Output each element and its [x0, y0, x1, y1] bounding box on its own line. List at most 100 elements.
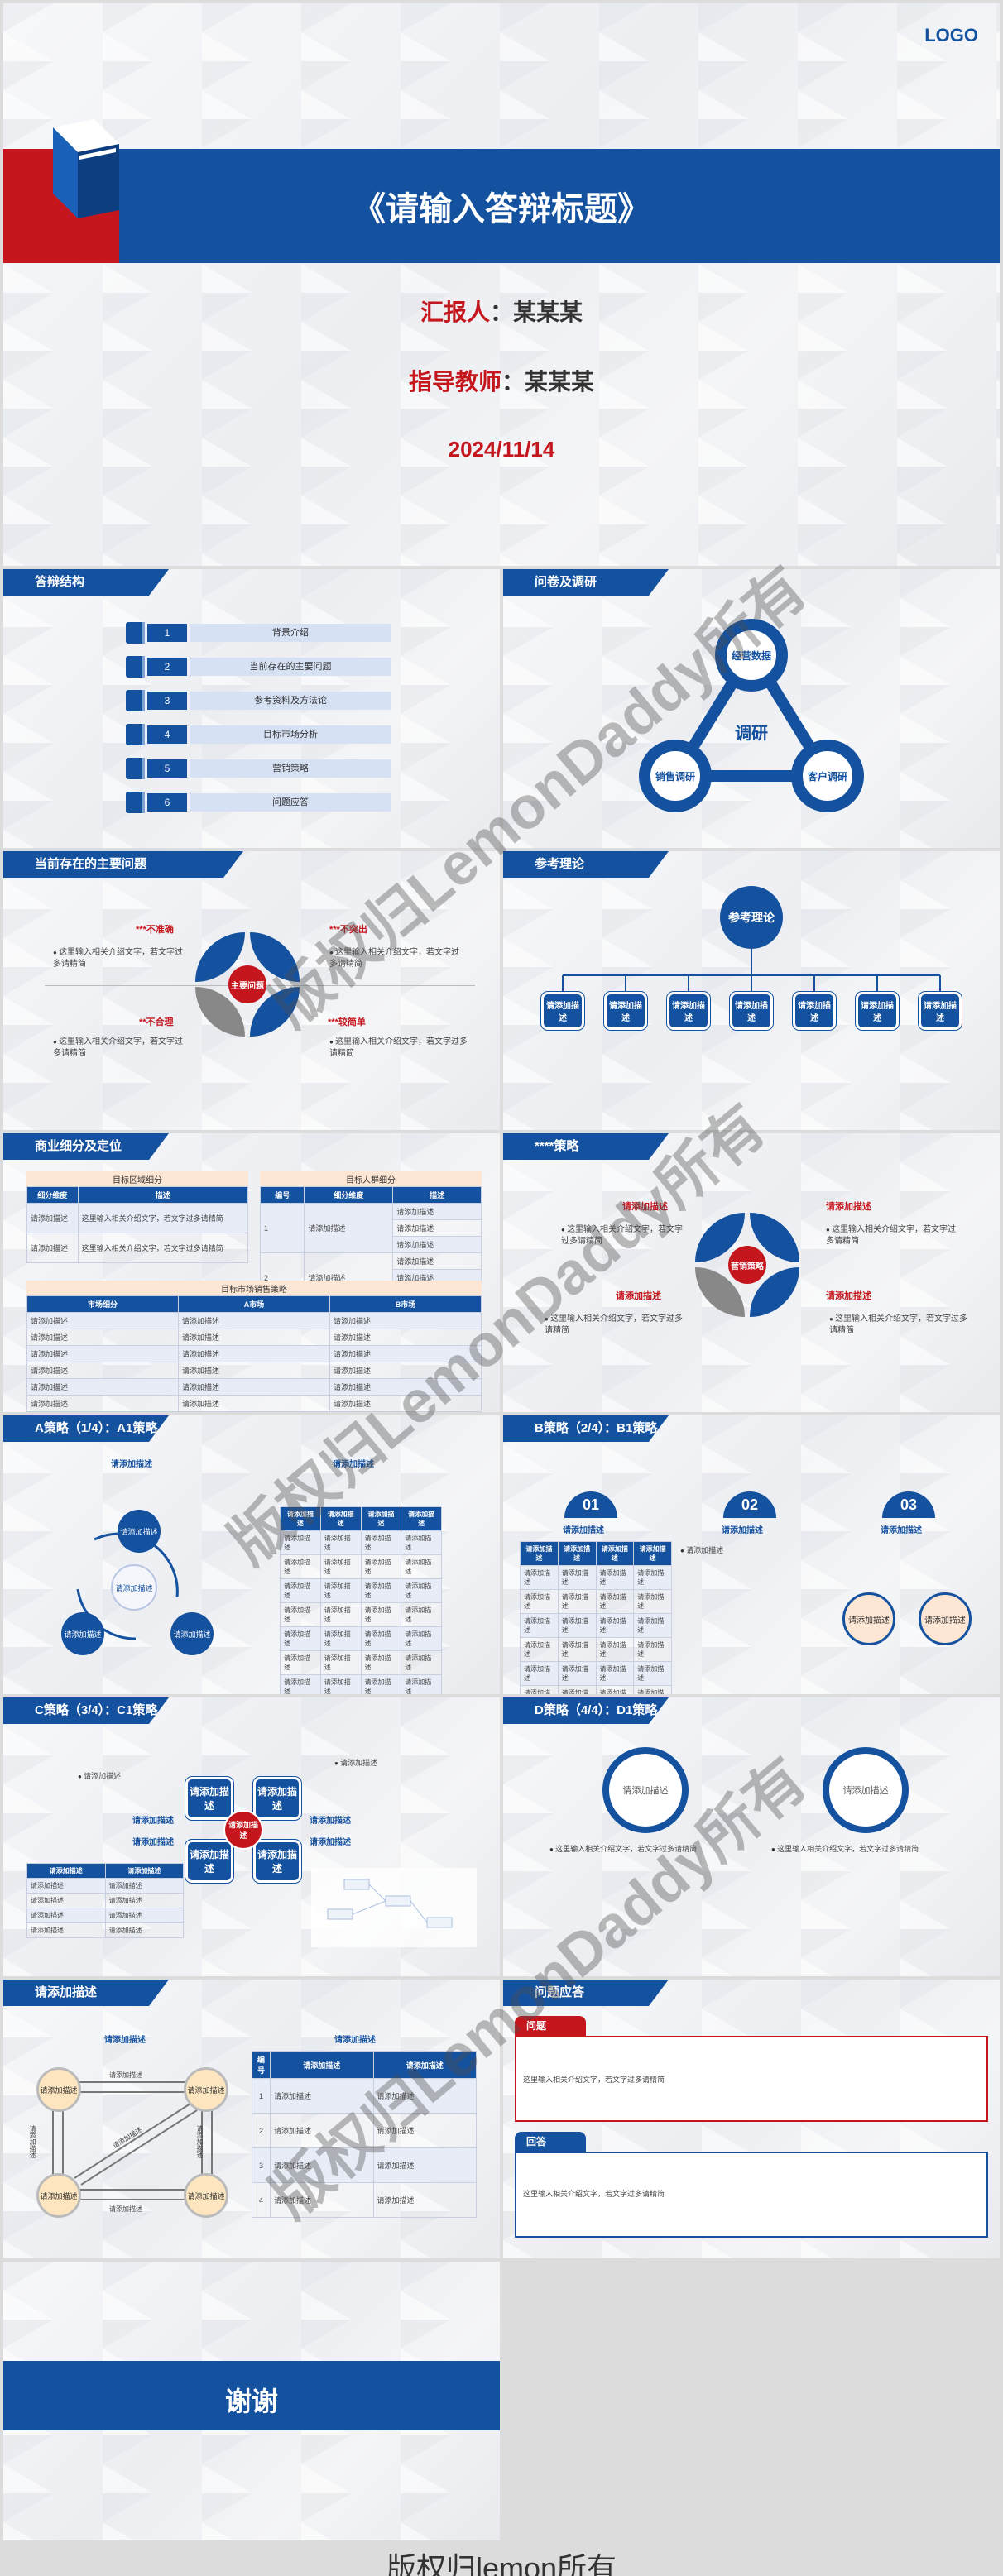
t1-title: 目标区域细分 — [26, 1171, 248, 1187]
table-row: 请添加描述请添加描述请添加描述请添加描述 — [280, 1674, 442, 1694]
book-icon — [126, 724, 142, 745]
desc-2: 这里输入相关介绍文字，若文字过多请精简 — [826, 1224, 958, 1247]
circle-2: 请添加描述 — [919, 1592, 972, 1645]
page-title: 《请输入答辩标题》 — [353, 191, 650, 227]
t2-title: 目标人群细分 — [260, 1171, 482, 1187]
item-number: 2 — [147, 658, 187, 676]
b-table: 请添加描述 请添加描述 请添加描述 请添加描述 请添加描述 请添加描述 请添加描述 请添加描述… — [520, 1541, 672, 1694]
leaf-node: 请添加描述 — [855, 991, 900, 1031]
center-badge: 主要问题 — [228, 965, 266, 1003]
slide-header: 问题应答 — [503, 1980, 669, 2006]
leaf-node: 请添加描述 — [603, 991, 648, 1031]
d-desc-2: 这里输入相关介绍文字，若文字过多请精简 — [771, 1843, 919, 1855]
problem-1-title: ***不准确 — [136, 925, 174, 935]
leaf-node: 请添加描述 — [540, 991, 585, 1031]
c-box-br: 请添加描述 — [252, 1839, 302, 1884]
book-icon — [126, 656, 142, 678]
table-row: 请添加描述 请添加描述 请添加描述 — [26, 1312, 482, 1329]
c-center: 请添加描述 — [223, 1810, 263, 1850]
thanks-title: 谢谢 — [224, 2387, 278, 2416]
slide-survey: 问卷及调研 调研 经营数据 销售调研 客户调研 — [503, 569, 1000, 848]
book-icon — [126, 792, 142, 813]
c-box-tr: 请添加描述 — [252, 1776, 302, 1821]
book-icon — [126, 758, 142, 779]
item-label: 参考资料及方法论 — [190, 692, 391, 710]
c-bullet-1: 请添加描述 — [78, 1770, 121, 1783]
slide-qa: 问题应答 问题 这里输入相关介绍文字，若文字过多请精简 回答 这里输入相关介绍文… — [503, 1980, 1000, 2258]
triangle-diagram — [665, 640, 838, 782]
leaf-node: 请添加描述 — [666, 991, 711, 1031]
edge-label-left: 请添加描述 — [29, 2125, 36, 2158]
advisor-value: ：某某某 — [502, 369, 595, 395]
slide-header: D策略（4/4）：D1策略 — [503, 1697, 669, 1724]
c-bullet-2: 请添加描述 — [334, 1757, 377, 1769]
item-number: 1 — [147, 624, 187, 642]
root-node: 参考理论 — [720, 886, 783, 949]
edge-label-bottom: 请添加描述 — [109, 2205, 142, 2213]
label-1: 请添加描述 — [622, 1202, 668, 1212]
leaf-node: 请添加描述 — [792, 991, 837, 1031]
node-right: 请添加描述 — [170, 1612, 214, 1655]
reporter-label: 汇报人 — [420, 299, 490, 325]
rel-node-bl: 请添加描述 — [36, 2173, 81, 2218]
structure-item[interactable]: 4 目标市场分析 — [126, 722, 391, 747]
table-row: 请添加描述 请添加描述 请添加描述 — [26, 1362, 482, 1379]
table-row: 请添加描述请添加描述请添加描述请添加描述 — [280, 1602, 442, 1627]
item-number: 5 — [147, 759, 187, 778]
problem-2-desc: 这里输入相关介绍文字，若文字过多请精简 — [329, 947, 462, 970]
table-row: 请添加描述 请添加描述 — [26, 1922, 184, 1938]
node-right: 客户调研 — [791, 740, 864, 812]
slide-title: LOGO 《请输入答辩标题》 汇报人：某某某 指导教师：某某某 2024/11/… — [3, 3, 1000, 566]
center-node: 请添加描述 — [111, 1564, 157, 1611]
table-row: 请添加描述请添加描述请添加描述请添加描述 — [520, 1637, 672, 1662]
rel-node-tl: 请添加描述 — [36, 2067, 81, 2112]
step-2-label: 请添加描述 — [722, 1526, 763, 1535]
problem-4-title: ***较简单 — [328, 1017, 366, 1027]
rel-node-br: 请添加描述 — [184, 2173, 228, 2218]
leaf-node: 请添加描述 — [729, 991, 774, 1031]
item-label: 背景介绍 — [190, 624, 391, 642]
d-circle-2: 请添加描述 — [823, 1747, 909, 1833]
relation-table: 编号 请添加描述 请添加描述 1 请添加描述 请添加描述 2 请添加描述 请添加描述 3 请添加描述… — [252, 2051, 477, 2218]
circle-1: 请添加描述 — [842, 1592, 895, 1645]
a-table: 请添加描述 请添加描述 请添加描述 请添加描述 请添加描述 请添加描述 请添加描述 请添加描述… — [280, 1506, 442, 1694]
c-label-l1: 请添加描述 — [132, 1817, 174, 1826]
slide-thanks: 谢谢 — [3, 2262, 500, 2540]
label-4: 请添加描述 — [826, 1291, 871, 1301]
leaf-node: 请添加描述 — [918, 991, 962, 1031]
table-row: 1 请添加描述 请添加描述 — [259, 1203, 482, 1253]
slide-header: B策略（2/4）：B1策略 — [503, 1415, 669, 1442]
node-top: 请添加描述 — [118, 1510, 161, 1553]
structure-item[interactable]: 1 背景介绍 — [126, 620, 391, 645]
center-label: 调研 — [735, 724, 768, 743]
item-number: 6 — [147, 793, 187, 812]
table-row: 请添加描述请添加描述请添加描述请添加描述 — [280, 1530, 442, 1555]
step-2: 02 — [723, 1491, 776, 1518]
c-label-r2: 请添加描述 — [310, 1838, 351, 1847]
slide-d-strategy: D策略（4/4）：D1策略 请添加描述 请添加描述 这里输入相关介绍文字，若文字… — [503, 1697, 1000, 1976]
table-row: 请添加描述 请添加描述 — [26, 1878, 184, 1894]
center-badge: 营销策略 — [728, 1246, 766, 1284]
d-circle-1: 请添加描述 — [602, 1747, 689, 1833]
step-3: 03 — [882, 1491, 935, 1518]
table-row: 请添加描述 请添加描述 — [26, 1908, 184, 1923]
question-text: 这里输入相关介绍文字，若文字过多请精简 — [523, 2076, 665, 2084]
structure-item[interactable]: 3 参考资料及方法论 — [126, 688, 391, 713]
table-row: 请添加描述请添加描述请添加描述请添加描述 — [280, 1578, 442, 1603]
step-3-label: 请添加描述 — [881, 1526, 922, 1535]
structure-item[interactable]: 6 问题应答 — [126, 790, 391, 815]
table-row: 请添加描述请添加描述请添加描述请添加描述 — [280, 1626, 442, 1651]
flow-sketch — [311, 1868, 477, 1947]
slide-segmentation: 商业细分及定位 目标区域细分 细分维度 描述 请添加描述 这里输入相关介绍文字，若文… — [3, 1133, 500, 1412]
advisor-label: 指导教师 — [408, 369, 502, 395]
table-row: 请添加描述请添加描述请添加描述请添加描述 — [280, 1554, 442, 1579]
structure-item[interactable]: 5 营销策略 — [126, 756, 391, 781]
slide-header: ****策略 — [503, 1133, 669, 1160]
edge-label-right: 请添加描述 — [196, 2125, 204, 2158]
slide-theory: 参考理论 参考理论 请添加描述 请添加描述 请添加描述 请添加描述 请添加描述 请添加描述… — [503, 851, 1000, 1130]
desc-4: 这里输入相关介绍文字，若文字过多请精简 — [829, 1314, 970, 1337]
structure-item[interactable]: 2 当前存在的主要问题 — [126, 654, 391, 679]
slide-relation: 请添加描述 请添加描述 请添加描述 请添加描述 请添加描述 请添加描述 请添加描… — [3, 1980, 500, 2258]
label-3: 请添加描述 — [616, 1291, 661, 1301]
advisor: 指导教师：某某某 — [3, 364, 1000, 397]
